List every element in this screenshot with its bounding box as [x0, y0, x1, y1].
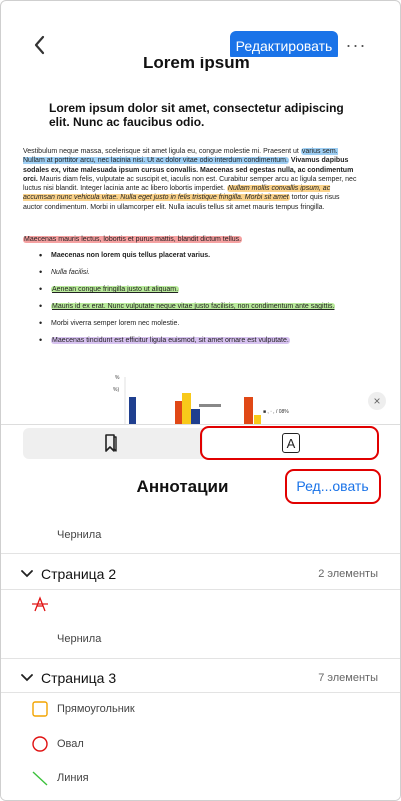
chart-legend: ■ , ‧ , / 08% — [263, 409, 289, 415]
section-count: 2 элементы — [318, 568, 378, 580]
section-name: Страница 3 — [41, 670, 117, 686]
back-chevron-icon[interactable] — [29, 31, 51, 59]
list-item-ink[interactable]: Чернила — [57, 529, 101, 541]
annotations-tab-highlight — [200, 426, 379, 460]
chart-bar — [191, 409, 200, 425]
list-item-line[interactable]: Линия — [1, 769, 400, 795]
document-paragraph-1: Vestibulum neque massa, scelerisque sit … — [23, 147, 359, 212]
paragraph-text: Vestibulum neque massa, scelerisque sit … — [23, 148, 301, 155]
edit-annotations-button[interactable]: Ред...овать — [285, 469, 381, 504]
sheet-title-text: Аннотации — [136, 477, 229, 496]
document-bullet-list: Maecenas non lorem quis tellus placerat … — [35, 251, 365, 353]
list-item-ink[interactable]: Чернила — [57, 633, 101, 645]
document-heading: Lorem ipsum dolor sit amet, consectetur … — [49, 101, 344, 129]
list-item-oval[interactable]: Овал — [1, 735, 400, 761]
edit-annotations-label: Ред...овать — [296, 478, 369, 494]
annotations-sheet: A Аннотации Ред...овать Чернила Страница… — [1, 424, 400, 800]
more-icon[interactable]: ··· — [345, 35, 367, 55]
strikethrough-icon[interactable] — [32, 596, 48, 612]
tab-bookmarks[interactable] — [23, 428, 199, 459]
section-count: 7 элементы — [318, 672, 378, 684]
list-item: Maecenas tincidunt est efficitur ligula … — [35, 336, 365, 345]
list-item: Nulla facilisi. — [35, 268, 365, 277]
highlight-purple[interactable]: Maecenas tincidunt est efficitur ligula … — [51, 337, 290, 344]
chart-axis-label: %) — [113, 387, 119, 393]
chart-line — [199, 404, 221, 407]
chart-bar — [129, 397, 136, 425]
list-item: Mauris id ex erat. Nunc vulputate neque … — [35, 302, 365, 311]
section-name: Страница 2 — [41, 566, 117, 582]
rectangle-icon — [32, 701, 48, 717]
item-label: Прямоугольник — [57, 703, 135, 715]
divider — [1, 692, 400, 693]
item-label: Линия — [57, 772, 89, 784]
chevron-down-icon — [21, 674, 33, 682]
section-page-3[interactable]: Страница 3 7 элементы — [1, 665, 400, 695]
app-frame: Редактировать ··· Lorem ipsum Lorem ipsu… — [0, 0, 401, 801]
divider — [1, 658, 400, 659]
list-item: Maecenas non lorem quis tellus placerat … — [35, 251, 365, 260]
list-item-rectangle[interactable]: Прямоугольник — [1, 700, 400, 726]
section-page-2[interactable]: Страница 2 2 элементы — [1, 561, 400, 591]
document-paragraph-2: Maecenas mauris lectus, lobortis et puru… — [23, 236, 243, 243]
document-page: Lorem ipsum Lorem ipsum dolor sit amet, … — [13, 57, 389, 425]
list-item: Aenean congue fringilla justo ut aliquam… — [35, 285, 365, 294]
close-icon[interactable]: × — [368, 392, 386, 410]
chart-bar — [182, 393, 191, 425]
bookmark-icon — [105, 434, 117, 452]
highlight-red[interactable]: Maecenas mauris lectus, lobortis et puru… — [23, 236, 243, 243]
embedded-chart-image: % %) ■ , ‧ , / 08% — [113, 375, 289, 425]
line-icon — [32, 771, 48, 786]
chart-axis-label: % — [115, 375, 120, 381]
oval-icon — [32, 736, 48, 752]
item-label: Овал — [57, 738, 84, 750]
document-title-cutoff: Lorem ipsum — [143, 57, 250, 71]
divider — [1, 553, 400, 554]
list-item: Morbi viverra semper lorem nec molestie. — [35, 319, 365, 328]
highlight-green[interactable]: Aenean congue fringilla justo ut aliquam… — [51, 286, 180, 293]
highlight-green[interactable]: Mauris id ex erat. Nunc vulputate neque … — [51, 303, 336, 310]
chart-bar — [244, 397, 253, 425]
divider — [1, 589, 400, 590]
chevron-down-icon — [21, 570, 33, 578]
